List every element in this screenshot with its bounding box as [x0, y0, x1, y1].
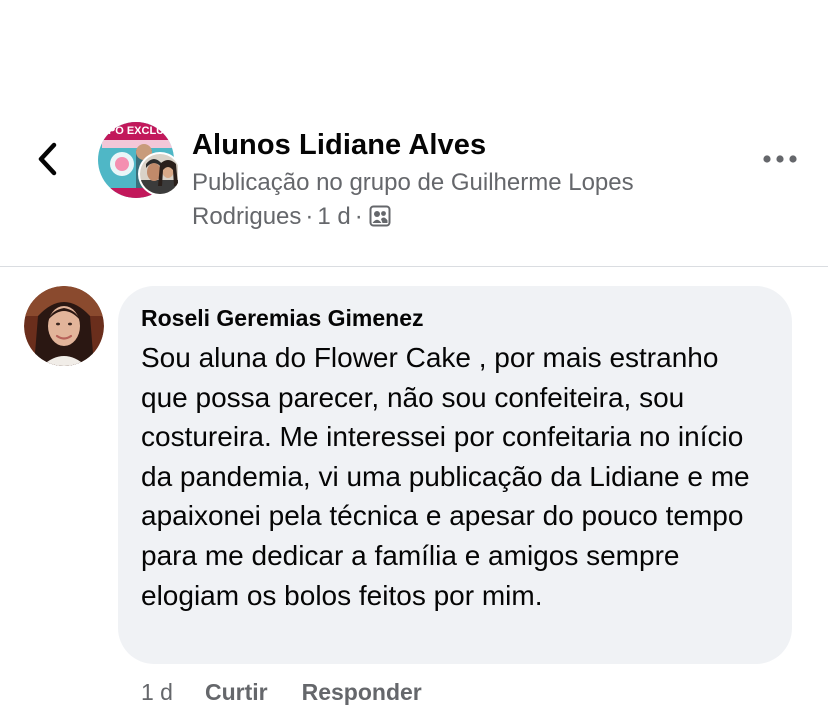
- group-avatar-text: PO EXCLU: [108, 125, 164, 137]
- avatar[interactable]: [24, 286, 104, 366]
- reply-button[interactable]: Responder: [302, 679, 422, 706]
- comment-author[interactable]: Roseli Geremias Gimenez: [141, 302, 770, 334]
- comment-bubble: Roseli Geremias Gimenez Sou aluna do Flo…: [118, 286, 792, 664]
- more-options-icon: [763, 155, 797, 163]
- post-header: PO EXCLU Alunos Lidiane Alves Publicação…: [0, 0, 828, 266]
- group-name[interactable]: Alunos Lidiane Alves: [192, 129, 486, 162]
- comment-text: Sou aluna do Flower Cake , por mais estr…: [141, 342, 750, 611]
- back-button[interactable]: [30, 140, 64, 178]
- comment-actions: 1 d Curtir Responder: [141, 676, 456, 708]
- back-chevron-icon: [38, 142, 57, 176]
- group-members-icon: [369, 205, 391, 227]
- comment-time[interactable]: 1 d: [141, 679, 173, 706]
- post-source[interactable]: Publicação no grupo de Guilherme Lopes: [192, 169, 634, 196]
- meta-separator: ·: [305, 203, 314, 230]
- more-options-button[interactable]: [760, 146, 800, 172]
- meta-separator: ·: [354, 203, 363, 230]
- post-meta: Publicação no grupo de Guilherme Lopes R…: [192, 166, 732, 234]
- post-time[interactable]: 1 d: [317, 203, 350, 230]
- post-author-tail[interactable]: Rodrigues: [192, 203, 301, 230]
- like-button[interactable]: Curtir: [205, 679, 268, 706]
- group-avatar[interactable]: PO EXCLU: [96, 120, 182, 200]
- header-divider: [0, 266, 828, 267]
